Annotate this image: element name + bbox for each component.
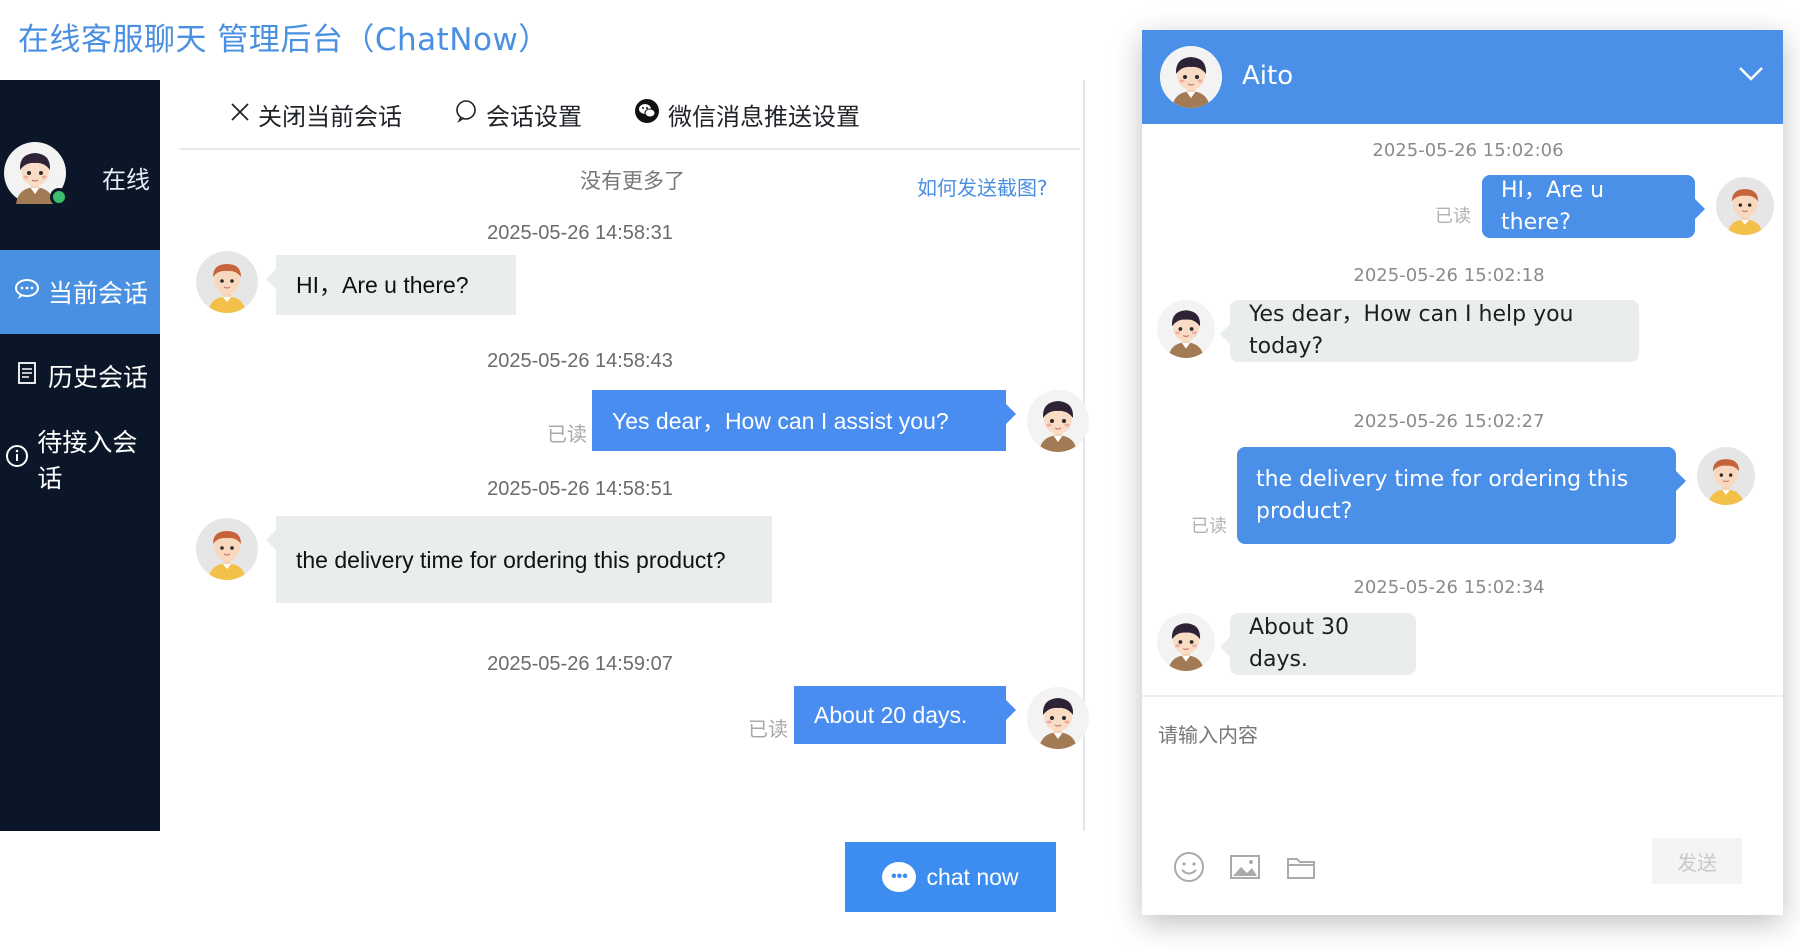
read-status: 已读 bbox=[1435, 206, 1471, 227]
sidebar-item-label: 待接入会话 bbox=[37, 428, 138, 493]
chat-now-label: chat now bbox=[926, 863, 1019, 890]
read-status: 已读 bbox=[748, 717, 788, 741]
message-timestamp: 2025-05-26 14:58:51 bbox=[487, 478, 673, 500]
sidebar: 在线 当前会话 历史会话 待接入会话 bbox=[0, 80, 160, 831]
agent-message-bubble: Yes dear，How can I assist you? bbox=[592, 390, 1016, 451]
avatar[interactable] bbox=[4, 142, 68, 206]
agent-message-bubble: Yes dear，How can I help you today? bbox=[1220, 300, 1639, 362]
chevron-down-icon[interactable] bbox=[1733, 56, 1769, 92]
agent-avatar bbox=[1157, 300, 1215, 358]
sidebar-item-label: 历史会话 bbox=[48, 363, 149, 392]
no-more-history: 没有更多了 bbox=[580, 169, 685, 193]
wechat-push-settings-label: 微信消息推送设置 bbox=[668, 102, 860, 131]
customer-avatar bbox=[1697, 447, 1755, 505]
info-icon bbox=[2, 444, 31, 474]
sidebar-item-history-sessions[interactable]: 历史会话 bbox=[0, 334, 160, 418]
agent-message-bubble: About 30 days. bbox=[1220, 613, 1416, 675]
customer-message-bubble: HI，Are u there? bbox=[266, 255, 516, 315]
image-icon[interactable] bbox=[1228, 850, 1262, 884]
agent-avatar bbox=[1027, 390, 1089, 452]
chat-dots-icon: ••• bbox=[882, 862, 917, 892]
message-timestamp: 2025-05-26 14:58:43 bbox=[487, 350, 673, 372]
chat-widget: Aito 2025-05-26 15:02:06 已读 HI，Are u the… bbox=[1142, 30, 1783, 915]
message-timestamp: 2025-05-26 15:02:34 bbox=[1353, 577, 1545, 598]
agent-profile: 在线 bbox=[0, 142, 160, 217]
sidebar-item-current-sessions[interactable]: 当前会话 bbox=[0, 250, 160, 334]
chat-now-button[interactable]: ••• chat now bbox=[845, 842, 1056, 912]
session-settings-label: 会话设置 bbox=[486, 102, 582, 131]
message-timestamp: 2025-05-26 14:58:31 bbox=[487, 222, 673, 244]
page-title: 在线客服聊天 管理后台（ChatNow） bbox=[18, 22, 550, 58]
chat-circle-icon bbox=[454, 99, 478, 129]
widget-header: Aito bbox=[1142, 30, 1783, 124]
wechat-push-settings-button[interactable]: 微信消息推送设置 bbox=[634, 97, 860, 132]
conversation-toolbar: 关闭当前会话 会话设置 微信消息推送设置 bbox=[180, 80, 1080, 150]
agent-avatar bbox=[1027, 687, 1089, 749]
agent-avatar bbox=[1157, 613, 1215, 671]
message-timestamp: 2025-05-26 14:59:07 bbox=[487, 653, 673, 675]
customer-avatar bbox=[196, 518, 258, 580]
conversation-panel: 关闭当前会话 会话设置 微信消息推送设置 没有更多了 如何发送截图? 2025-… bbox=[160, 80, 1089, 831]
emoji-icon[interactable] bbox=[1172, 850, 1206, 884]
online-status-dot bbox=[50, 188, 68, 206]
message-timestamp: 2025-05-26 15:02:06 bbox=[1372, 140, 1564, 161]
sidebar-item-pending-sessions[interactable]: 待接入会话 bbox=[0, 417, 160, 501]
message-timestamp: 2025-05-26 15:02:18 bbox=[1353, 265, 1545, 286]
online-status-text: 在线 bbox=[102, 166, 150, 194]
message-input-area: 发送 bbox=[1142, 695, 1783, 915]
folder-icon[interactable] bbox=[1284, 850, 1318, 884]
read-status: 已读 bbox=[1191, 516, 1227, 537]
message-input[interactable] bbox=[1158, 719, 1758, 819]
how-to-send-screenshot-link[interactable]: 如何发送截图? bbox=[917, 172, 1048, 201]
agent-name: Aito bbox=[1242, 61, 1294, 91]
customer-avatar bbox=[1716, 177, 1774, 235]
message-timestamp: 2025-05-26 15:02:27 bbox=[1353, 411, 1545, 432]
agent-message-bubble: About 20 days. bbox=[794, 686, 1016, 744]
session-settings-button[interactable]: 会话设置 bbox=[454, 97, 582, 132]
customer-avatar bbox=[196, 251, 258, 313]
send-button[interactable]: 发送 bbox=[1652, 838, 1742, 884]
chat-bubble-icon bbox=[12, 278, 42, 306]
read-status: 已读 bbox=[547, 422, 587, 446]
close-icon bbox=[230, 100, 250, 128]
customer-message-bubble: the delivery time for ordering this prod… bbox=[1237, 447, 1686, 544]
agent-avatar bbox=[1160, 46, 1222, 108]
input-toolbar bbox=[1172, 850, 1318, 884]
wechat-icon bbox=[634, 98, 660, 130]
customer-message-bubble: the delivery time for ordering this prod… bbox=[266, 516, 772, 603]
close-session-button[interactable]: 关闭当前会话 bbox=[230, 97, 402, 132]
document-icon bbox=[12, 362, 42, 390]
customer-message-bubble: HI，Are u there? bbox=[1482, 175, 1705, 238]
close-session-label: 关闭当前会话 bbox=[258, 102, 402, 131]
sidebar-item-label: 当前会话 bbox=[48, 279, 149, 308]
